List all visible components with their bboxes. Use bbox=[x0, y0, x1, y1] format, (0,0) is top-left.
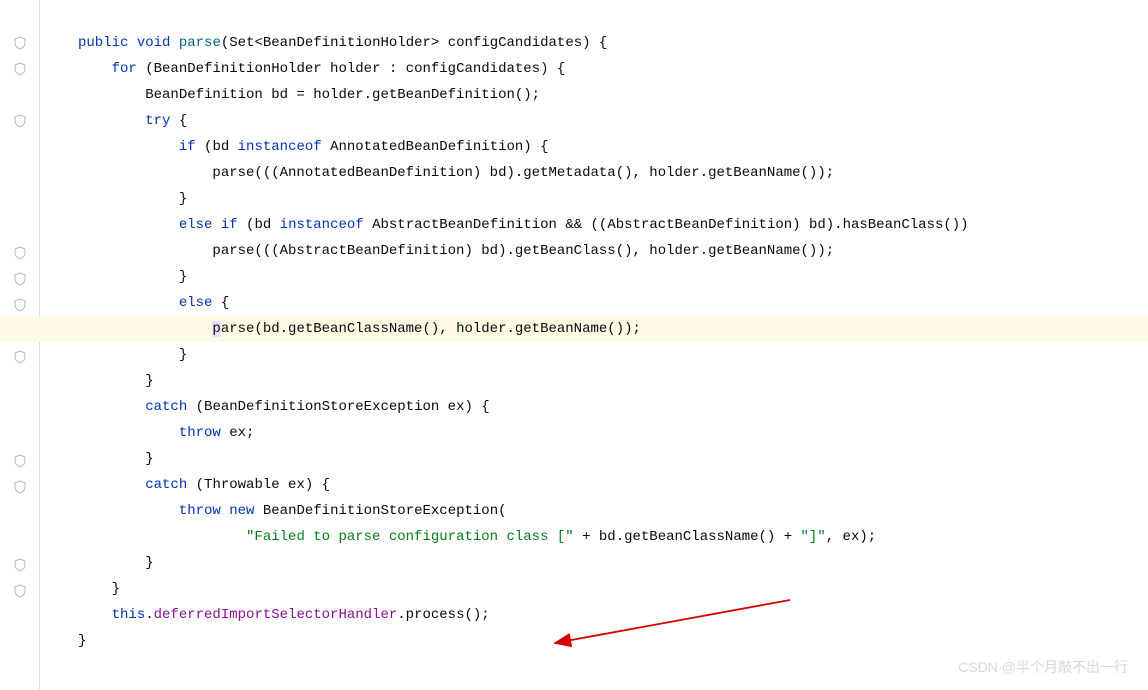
code-line: public void parse(Set<BeanDefinitionHold… bbox=[78, 30, 1148, 56]
gutter-override-icon[interactable] bbox=[14, 34, 26, 48]
code-line: catch (Throwable ex) { bbox=[78, 472, 1148, 498]
gutter-override-icon[interactable] bbox=[14, 296, 26, 310]
keyword-if: if bbox=[221, 217, 238, 233]
keyword-try: try bbox=[145, 113, 170, 129]
keyword-if: if bbox=[179, 139, 196, 155]
code-line: } bbox=[78, 628, 1148, 654]
method-name: parse bbox=[179, 35, 221, 51]
code-line: throw new BeanDefinitionStoreException( bbox=[78, 498, 1148, 524]
keyword-void: void bbox=[137, 35, 171, 51]
keyword-new: new bbox=[229, 503, 254, 519]
code-line: "Failed to parse configuration class [" … bbox=[78, 524, 1148, 550]
code-line: if (bd instanceof AnnotatedBeanDefinitio… bbox=[78, 134, 1148, 160]
code-line: for (BeanDefinitionHolder holder : confi… bbox=[78, 56, 1148, 82]
code-line-highlighted: parse(bd.getBeanClassName(), holder.getB… bbox=[0, 316, 1148, 342]
gutter-override-icon[interactable] bbox=[14, 270, 26, 284]
keyword-catch: catch bbox=[145, 477, 187, 493]
gutter-override-icon[interactable] bbox=[14, 556, 26, 570]
code-line: } bbox=[78, 576, 1148, 602]
keyword-this: this bbox=[112, 607, 146, 623]
code-line: } bbox=[78, 264, 1148, 290]
code-line: try { bbox=[78, 108, 1148, 134]
gutter-override-icon[interactable] bbox=[14, 452, 26, 466]
keyword-throw: throw bbox=[179, 425, 221, 441]
code-line: this.deferredImportSelectorHandler.proce… bbox=[78, 602, 1148, 628]
gutter bbox=[0, 0, 40, 690]
code-line: BeanDefinition bd = holder.getBeanDefini… bbox=[78, 82, 1148, 108]
keyword-instanceof: instanceof bbox=[238, 139, 322, 155]
code-line: } bbox=[78, 368, 1148, 394]
code-line: parse(((AnnotatedBeanDefinition) bd).get… bbox=[78, 160, 1148, 186]
keyword-throw: throw bbox=[179, 503, 221, 519]
keyword-for: for bbox=[112, 61, 137, 77]
code-editor[interactable]: public void parse(Set<BeanDefinitionHold… bbox=[40, 0, 1148, 690]
string-literal: "Failed to parse configuration class [" bbox=[246, 529, 574, 545]
gutter-override-icon[interactable] bbox=[14, 112, 26, 126]
code-line: } bbox=[78, 550, 1148, 576]
keyword-public: public bbox=[78, 35, 128, 51]
keyword-catch: catch bbox=[145, 399, 187, 415]
gutter-override-icon[interactable] bbox=[14, 582, 26, 596]
gutter-override-icon[interactable] bbox=[14, 60, 26, 74]
code-line: else if (bd instanceof AbstractBeanDefin… bbox=[78, 212, 1148, 238]
watermark: CSDN @半个月敲不出一行 bbox=[958, 654, 1128, 680]
code-line: throw ex; bbox=[78, 420, 1148, 446]
keyword-else: else bbox=[179, 217, 213, 233]
field-reference: deferredImportSelectorHandler bbox=[154, 607, 398, 623]
code-line: } bbox=[78, 186, 1148, 212]
code-line: } bbox=[78, 342, 1148, 368]
keyword-instanceof: instanceof bbox=[280, 217, 364, 233]
code-line: } bbox=[78, 446, 1148, 472]
code-line: else { bbox=[78, 290, 1148, 316]
gutter-override-icon[interactable] bbox=[14, 478, 26, 492]
gutter-override-icon[interactable] bbox=[14, 348, 26, 362]
keyword-else: else bbox=[179, 295, 213, 311]
code-line: catch (BeanDefinitionStoreException ex) … bbox=[78, 394, 1148, 420]
string-literal: "]" bbox=[801, 529, 826, 545]
cursor-position: p bbox=[212, 321, 220, 337]
code-line: parse(((AbstractBeanDefinition) bd).getB… bbox=[78, 238, 1148, 264]
gutter-override-icon[interactable] bbox=[14, 244, 26, 258]
